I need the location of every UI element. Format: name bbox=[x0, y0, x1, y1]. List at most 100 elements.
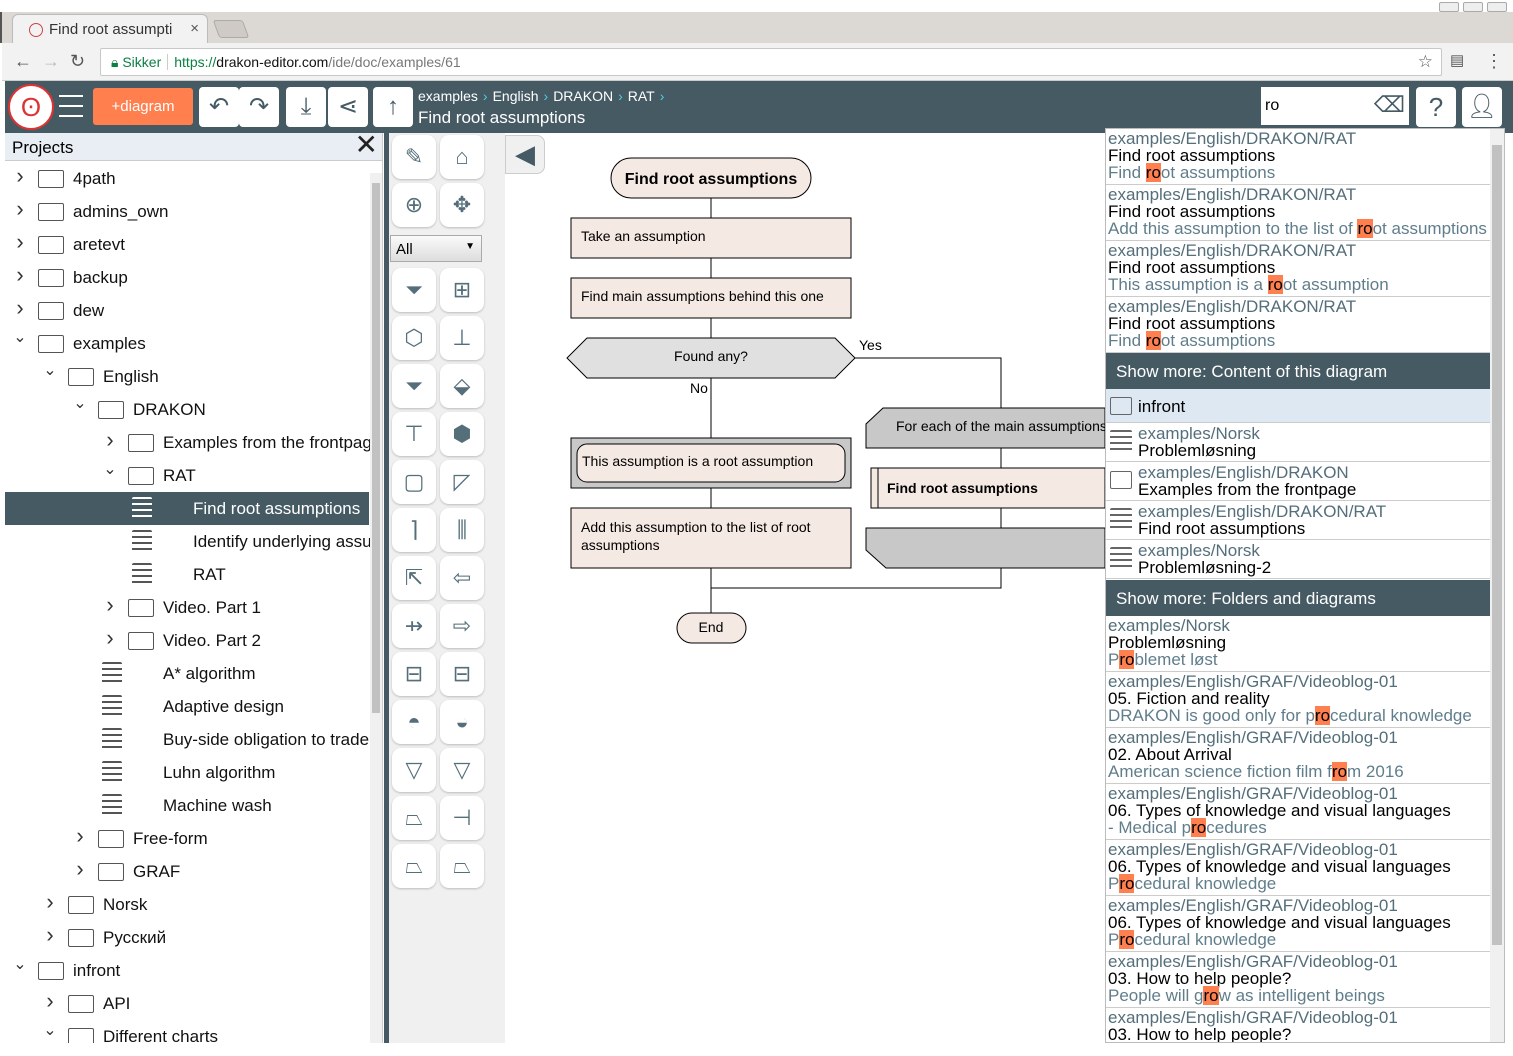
title-node[interactable]: Find root assumptions bbox=[611, 158, 811, 198]
shape-icon[interactable]: ▽ bbox=[392, 748, 436, 792]
action-add-to-list[interactable]: Add this assumption to the list of roota… bbox=[571, 508, 851, 568]
search-result-item[interactable]: examples/NorskProblemløsningProblemet lø… bbox=[1106, 616, 1491, 672]
chevron-right-icon[interactable]: › bbox=[42, 889, 58, 915]
search-result-item[interactable]: examples/English/GRAF/Videoblog-0102. Ab… bbox=[1106, 728, 1491, 784]
question-found-any[interactable]: Found any? bbox=[567, 338, 855, 378]
shape-icon[interactable]: ▢ bbox=[392, 460, 436, 504]
action-take-assumption[interactable]: Take an assumption bbox=[571, 218, 851, 258]
help-button[interactable]: ? bbox=[1416, 87, 1456, 127]
end-node[interactable]: End bbox=[677, 613, 746, 643]
chevron-right-icon[interactable]: › bbox=[12, 295, 28, 321]
tree-item[interactable]: A* algorithm bbox=[5, 657, 369, 690]
tree-item[interactable]: ›Norsk bbox=[5, 888, 369, 921]
show-more-folders-button[interactable]: Show more: Folders and diagrams bbox=[1106, 580, 1491, 616]
chevron-right-icon[interactable]: › bbox=[42, 922, 58, 948]
search-result-item[interactable]: examples/English/GRAF/Videoblog-0103. Ho… bbox=[1106, 1008, 1491, 1043]
tree-item[interactable]: ›aretevt bbox=[5, 228, 369, 261]
shape-icon[interactable]: ⏢ bbox=[392, 796, 436, 840]
tree-item[interactable]: Find root assumptions bbox=[5, 492, 369, 525]
chevron-down-icon[interactable]: ⌄ bbox=[102, 459, 118, 479]
shape-icon[interactable]: ◸ bbox=[440, 460, 484, 504]
loop-end[interactable] bbox=[866, 528, 1105, 568]
close-window-button[interactable] bbox=[1487, 2, 1507, 12]
shape-icon[interactable]: ⏢ bbox=[392, 844, 436, 888]
tree-item[interactable]: ⌄Different charts bbox=[5, 1020, 369, 1043]
search-result-item[interactable]: examples/English/DRAKON/RATFind root ass… bbox=[1106, 297, 1491, 353]
bookmark-star-icon[interactable]: ☆ bbox=[1418, 52, 1433, 72]
new-tab-button[interactable] bbox=[213, 20, 250, 38]
tree-item[interactable]: ›4path bbox=[5, 162, 369, 195]
chevron-down-icon[interactable]: ⌄ bbox=[12, 954, 28, 974]
shape-icon[interactable]: ⇸ bbox=[392, 604, 436, 648]
tree-item[interactable]: ⌄DRAKON bbox=[5, 393, 369, 426]
chevron-down-icon[interactable]: ⌄ bbox=[42, 1020, 58, 1040]
go-up-icon[interactable]: ↑ bbox=[373, 87, 413, 127]
user-icon[interactable]: 👤︎ bbox=[1462, 87, 1502, 127]
close-panel-icon[interactable]: ✕ bbox=[355, 133, 378, 159]
tree-item[interactable]: ›Video. Part 2 bbox=[5, 624, 369, 657]
chevron-right-icon[interactable]: › bbox=[12, 163, 28, 189]
maximize-button[interactable] bbox=[1463, 2, 1483, 12]
search-result-item[interactable]: examples/English/GRAF/Videoblog-0106. Ty… bbox=[1106, 840, 1491, 896]
search-result-folder[interactable]: examples/English/DRAKON/RATFind root ass… bbox=[1106, 501, 1491, 540]
tree-item[interactable]: Machine wash bbox=[5, 789, 369, 822]
shape-icon[interactable]: ⫼ bbox=[440, 508, 484, 552]
shape-icon[interactable]: ◒ bbox=[440, 700, 484, 744]
chevron-right-icon[interactable]: › bbox=[72, 823, 88, 849]
subroutine-call[interactable]: Find root assumptions bbox=[871, 468, 1105, 508]
undo-icon[interactable]: ↶ bbox=[199, 87, 239, 127]
diagram-canvas[interactable]: ◀ Find root assumptions Take an assumpti… bbox=[505, 133, 1105, 1043]
drakon-logo[interactable]: ʘ bbox=[8, 84, 54, 130]
shape-icon[interactable]: ⏷ bbox=[392, 268, 436, 312]
breadcrumb-english[interactable]: English bbox=[493, 88, 539, 104]
tree-item[interactable]: RAT bbox=[5, 558, 369, 591]
search-result-folder[interactable]: examples/English/DRAKONExamples from the… bbox=[1106, 462, 1491, 501]
chevron-down-icon[interactable]: ⌄ bbox=[42, 360, 58, 380]
shape-icon[interactable]: ⊟ bbox=[440, 652, 484, 696]
search-result-item[interactable]: examples/English/GRAF/Videoblog-0106. Ty… bbox=[1106, 784, 1491, 840]
shape-icon[interactable]: ⊞ bbox=[440, 268, 484, 312]
chevron-right-icon[interactable]: › bbox=[12, 196, 28, 222]
search-result-item[interactable]: examples/English/DRAKON/RATFind root ass… bbox=[1106, 185, 1491, 241]
tree-item[interactable]: ›API bbox=[5, 987, 369, 1020]
shape-icon[interactable]: ⏷ bbox=[392, 364, 436, 408]
tree-item[interactable]: ⌄examples bbox=[5, 327, 369, 360]
minimize-button[interactable] bbox=[1439, 2, 1459, 12]
shape-icon[interactable]: ⬙ bbox=[440, 364, 484, 408]
shape-icon[interactable]: ⊣ bbox=[440, 796, 484, 840]
chevron-right-icon[interactable]: › bbox=[102, 592, 118, 618]
search-input[interactable]: ro⌫ bbox=[1261, 87, 1409, 125]
search-result-folder[interactable]: infront bbox=[1106, 389, 1491, 423]
search-result-item[interactable]: examples/English/DRAKON/RATFind root ass… bbox=[1106, 241, 1491, 297]
new-diagram-button[interactable]: +diagram bbox=[93, 88, 193, 125]
reader-icon[interactable]: ▤ bbox=[1450, 51, 1464, 69]
redo-icon[interactable]: ↷ bbox=[239, 87, 279, 127]
shape-icon[interactable]: ⇨ bbox=[440, 604, 484, 648]
shape-icon[interactable]: ⌉ bbox=[392, 508, 436, 552]
menu-dots-icon[interactable]: ⋮ bbox=[1485, 51, 1503, 72]
breadcrumb-examples[interactable]: examples bbox=[418, 88, 478, 104]
reload-icon[interactable]: ↻ bbox=[70, 51, 85, 72]
search-result-item[interactable]: examples/English/DRAKON/RATFind root ass… bbox=[1106, 129, 1491, 185]
tree-item[interactable]: ›backup bbox=[5, 261, 369, 294]
chevron-right-icon[interactable]: › bbox=[12, 262, 28, 288]
tree-item[interactable]: ›admins_own bbox=[5, 195, 369, 228]
shape-icon[interactable]: ▽ bbox=[440, 748, 484, 792]
tree-scrollbar[interactable] bbox=[370, 173, 382, 1043]
tree-item[interactable]: Luhn algorithm bbox=[5, 756, 369, 789]
back-icon[interactable]: ← bbox=[14, 51, 32, 72]
shape-icon[interactable]: ⬢ bbox=[440, 412, 484, 456]
shape-icon[interactable]: ⊟ bbox=[392, 652, 436, 696]
action-root-assumption[interactable]: This assumption is a root assumption bbox=[571, 438, 851, 488]
tree-item[interactable]: ›Русский bbox=[5, 921, 369, 954]
tree-item[interactable]: ⌄English bbox=[5, 360, 369, 393]
zoom-in-icon[interactable]: ⊕ bbox=[392, 183, 436, 227]
palette-filter-select[interactable]: All▼ bbox=[390, 235, 482, 262]
download-icon[interactable]: ⤓ bbox=[286, 87, 326, 127]
palette-colors-icon[interactable]: ✎ bbox=[392, 135, 436, 179]
chevron-right-icon[interactable]: › bbox=[102, 625, 118, 651]
search-result-folder[interactable]: examples/NorskProblemløsning bbox=[1106, 423, 1491, 462]
tree-item[interactable]: Identify underlying assumptions bbox=[5, 525, 369, 558]
shape-icon[interactable]: ⊥ bbox=[440, 316, 484, 360]
tree-item[interactable]: Adaptive design bbox=[5, 690, 369, 723]
